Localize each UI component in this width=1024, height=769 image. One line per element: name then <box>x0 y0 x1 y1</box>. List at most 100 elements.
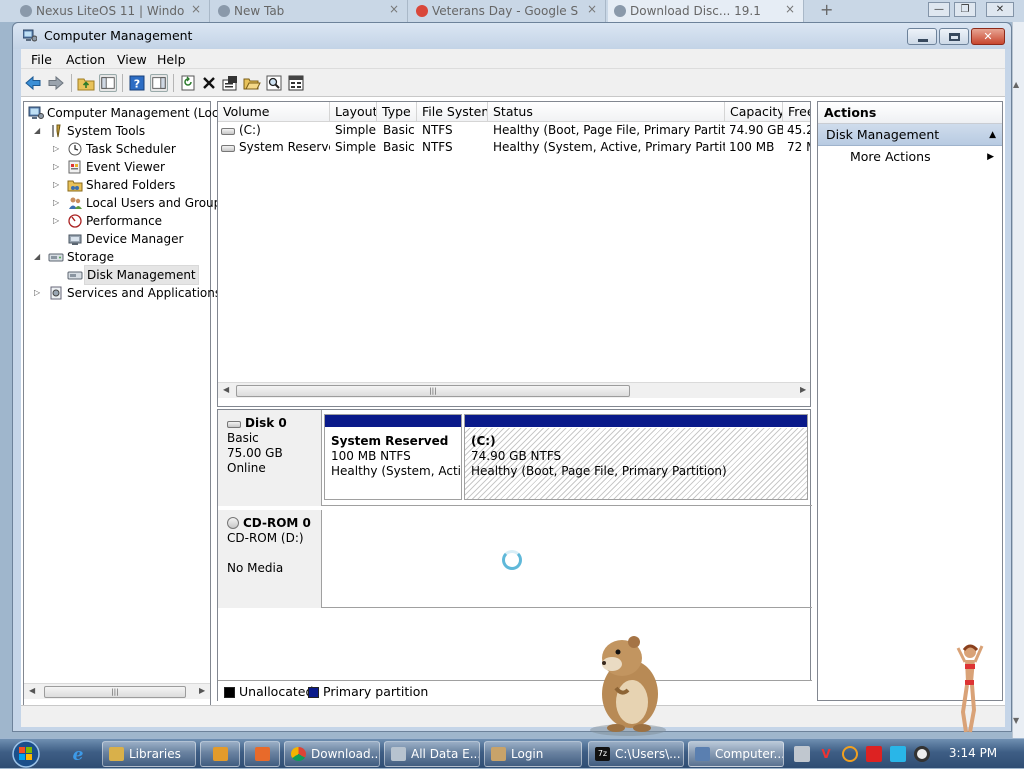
disk-info-panel[interactable]: CD-ROM 0 CD-ROM (D:) No Media <box>218 510 322 608</box>
refresh-icon[interactable] <box>179 74 197 92</box>
up-folder-icon[interactable] <box>77 74 95 92</box>
browser-close-button[interactable]: ✕ <box>986 2 1014 17</box>
taskbar-item-all-data[interactable]: All Data E... <box>384 741 480 767</box>
tree-horizontal-scrollbar[interactable]: ◀ ||| ▶ <box>24 683 210 699</box>
column-header-free[interactable]: Free <box>783 102 810 122</box>
volume-list-horizontal-scrollbar[interactable]: ◀ ||| ▶ <box>218 382 810 398</box>
tray-v-icon[interactable]: V <box>818 746 834 762</box>
disk-management-icon <box>67 271 83 280</box>
background-browser-tabstrip: Nexus LiteOS 11 | Windo × New Tab × Vetera… <box>0 0 1024 22</box>
menu-view[interactable]: View <box>117 52 147 67</box>
browser-maximize-button[interactable]: ❐ <box>954 2 976 17</box>
taskbar-item-app[interactable] <box>244 741 280 767</box>
collapsed-arrow-icon[interactable]: ▷ <box>34 284 40 302</box>
help-icon[interactable]: ? <box>128 74 146 92</box>
table-row[interactable]: System Reserved Simple Basic NTFS Health… <box>218 139 810 156</box>
search-icon[interactable] <box>265 74 283 92</box>
volume-list-header: Volume Layout Type File System Status Ca… <box>218 102 810 122</box>
export-icon[interactable] <box>287 74 305 92</box>
scroll-left-arrow-icon[interactable]: ◀ <box>29 686 35 695</box>
scroll-up-arrow-icon[interactable]: ▲ <box>1013 80 1019 89</box>
close-icon[interactable]: × <box>389 2 399 16</box>
column-header-layout[interactable]: Layout <box>330 102 377 122</box>
collapsed-arrow-icon[interactable]: ▷ <box>53 194 59 212</box>
menu-file[interactable]: File <box>31 52 52 67</box>
taskbar-item-label: C:\Users\... <box>615 747 681 761</box>
taskbar-item-login[interactable]: Login <box>484 741 582 767</box>
column-header-type[interactable]: Type <box>377 102 417 122</box>
collapsed-arrow-icon[interactable]: ▷ <box>53 140 59 158</box>
window-titlebar[interactable]: Computer Management ✕ <box>13 23 1011 49</box>
taskbar-item-chrome[interactable]: Download... <box>284 741 380 767</box>
browser-tab[interactable]: New Tab × <box>212 0 408 22</box>
tray-flag-icon[interactable] <box>866 746 882 762</box>
scroll-down-arrow-icon[interactable]: ▼ <box>1013 716 1019 725</box>
menu-action[interactable]: Action <box>66 52 105 67</box>
submenu-arrow-icon: ▶ <box>987 152 994 162</box>
taskbar-item-libraries[interactable]: Libraries <box>102 741 196 767</box>
properties-icon[interactable] <box>221 74 239 92</box>
event-viewer-icon <box>68 160 81 174</box>
partition-system-reserved[interactable]: System Reserved 100 MB NTFS Healthy (Sys… <box>324 414 462 500</box>
column-header-capacity[interactable]: Capacity <box>725 102 783 122</box>
minimize-button[interactable] <box>907 28 937 45</box>
new-tab-icon[interactable]: + <box>820 0 833 19</box>
browser-tab[interactable]: Veterans Day - Google S × <box>410 0 606 22</box>
svg-text:?: ? <box>134 78 140 91</box>
taskbar-item-media[interactable] <box>200 741 240 767</box>
disk-name: CD-ROM 0 <box>243 516 311 530</box>
show-hide-action-pane-icon[interactable] <box>150 74 168 92</box>
browser-tab[interactable]: Download Disc... 19.1 × <box>608 0 804 22</box>
scroll-right-arrow-icon[interactable]: ▶ <box>199 686 205 695</box>
disk-info-panel[interactable]: Disk 0 Basic 75.00 GB Online <box>218 410 322 506</box>
maximize-button[interactable] <box>939 28 969 45</box>
tray-volume-icon[interactable] <box>914 746 930 762</box>
back-arrow-icon[interactable] <box>24 74 42 92</box>
column-header-file-system[interactable]: File System <box>417 102 488 122</box>
close-icon[interactable]: × <box>785 2 795 16</box>
computer-management-icon <box>695 747 710 761</box>
legend-unallocated-label: Unallocated <box>239 684 314 699</box>
tray-network-icon[interactable] <box>890 746 906 762</box>
minimize-icon <box>918 39 928 42</box>
collapsed-arrow-icon[interactable]: ▷ <box>53 158 59 176</box>
forward-arrow-icon[interactable] <box>47 74 65 92</box>
open-icon[interactable] <box>243 74 261 92</box>
close-icon[interactable]: × <box>587 2 597 16</box>
collapse-arrow-icon[interactable]: ▲ <box>989 124 996 146</box>
cdrom-icon <box>227 517 239 529</box>
tray-app-icon[interactable] <box>794 746 810 762</box>
close-icon[interactable]: × <box>191 2 201 16</box>
partition-c[interactable]: (C:) 74.90 GB NTFS Healthy (Boot, Page F… <box>464 414 808 500</box>
column-header-status[interactable]: Status <box>488 102 725 122</box>
internet-explorer-icon[interactable]: e <box>68 745 88 763</box>
delete-icon[interactable] <box>200 74 218 92</box>
scroll-right-arrow-icon[interactable]: ▶ <box>800 385 806 394</box>
column-header-volume[interactable]: Volume <box>218 102 330 122</box>
expanded-arrow-icon[interactable]: ◢ <box>34 248 40 266</box>
cell-layout: Simple <box>335 140 376 154</box>
collapsed-arrow-icon[interactable]: ▷ <box>53 176 59 194</box>
taskbar-item-computer-management[interactable]: Computer... <box>688 741 784 767</box>
more-actions-item[interactable]: More Actions ▶ <box>818 146 1002 168</box>
browser-minimize-button[interactable]: — <box>928 2 950 17</box>
cell-file-system: NTFS <box>422 123 453 137</box>
show-hide-tree-icon[interactable] <box>99 74 117 92</box>
menu-help[interactable]: Help <box>157 52 186 67</box>
taskbar-clock[interactable]: 3:14 PM <box>942 746 1004 760</box>
close-button[interactable]: ✕ <box>971 28 1005 45</box>
table-row[interactable]: (C:) Simple Basic NTFS Healthy (Boot, Pa… <box>218 122 810 139</box>
start-button-icon[interactable] <box>4 739 46 769</box>
scrollbar-thumb[interactable]: ||| <box>236 385 630 397</box>
taskbar-item-label: Libraries <box>129 747 181 761</box>
tray-search-icon[interactable] <box>842 746 858 762</box>
collapsed-arrow-icon[interactable]: ▷ <box>53 212 59 230</box>
disk-row-disk-0[interactable]: Disk 0 Basic 75.00 GB Online System Rese… <box>218 410 812 506</box>
actions-section-disk-management[interactable]: Disk Management ▲ <box>818 124 1002 146</box>
expanded-arrow-icon[interactable]: ◢ <box>34 122 40 140</box>
background-browser-scrollbar[interactable] <box>1012 22 1024 740</box>
scroll-left-arrow-icon[interactable]: ◀ <box>223 385 229 394</box>
taskbar-item-7zip[interactable]: 7z C:\Users\... <box>588 741 684 767</box>
scrollbar-thumb[interactable]: ||| <box>44 686 186 698</box>
browser-tab[interactable]: Nexus LiteOS 11 | Windo × <box>14 0 210 22</box>
